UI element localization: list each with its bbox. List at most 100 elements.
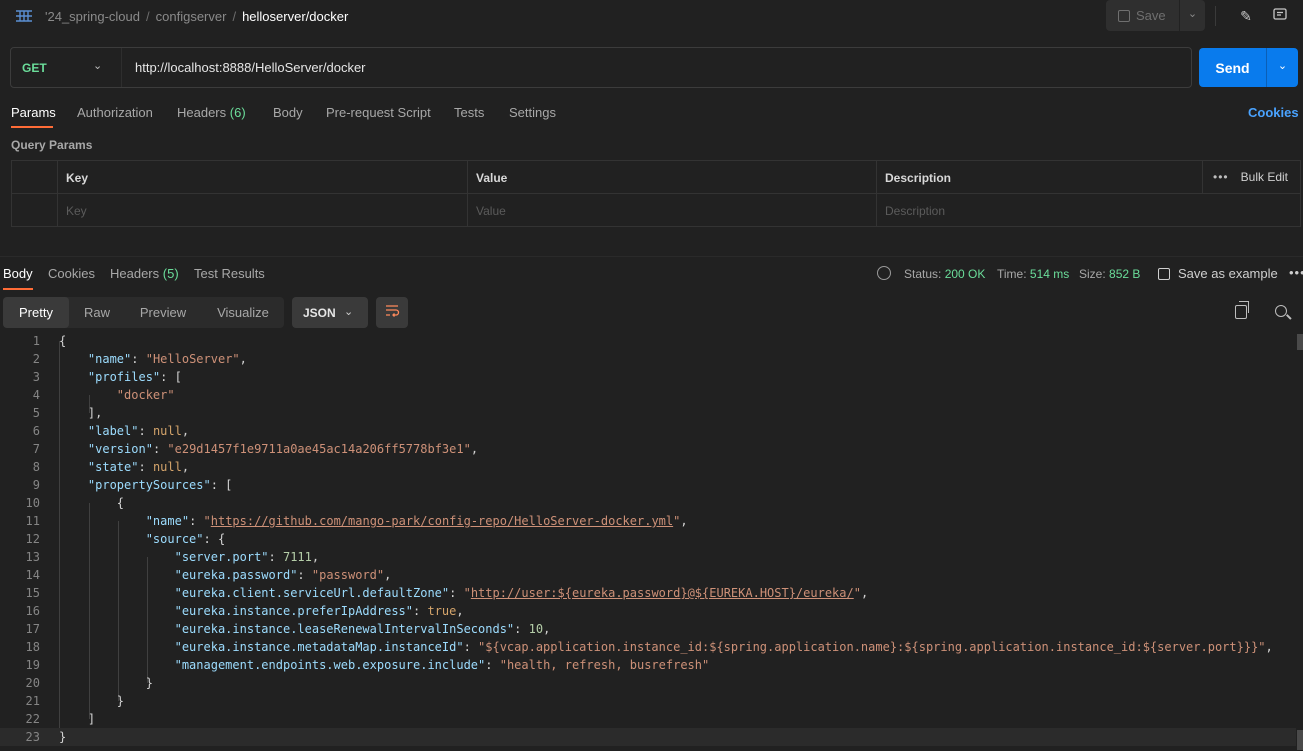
tab-response-cookies[interactable]: Cookies [48,266,95,281]
search-icon[interactable] [1275,305,1287,317]
code-line: 22 ] [0,710,1296,728]
code-text: ] [59,712,96,726]
tab-test-results[interactable]: Test Results [194,266,265,281]
language-select[interactable]: JSON ⌄ [292,297,368,328]
tab-preview[interactable]: Preview [127,297,199,328]
tab-visualize[interactable]: Visualize [205,297,281,328]
code-text: "propertySources": [ [87,478,233,492]
code-text: "profiles": [ [87,370,182,384]
size-readout[interactable]: Size: 852 B [1079,267,1140,281]
save-icon [1158,268,1170,280]
breadcrumb-current-request[interactable]: helloserver/docker [242,9,348,24]
code-text: "label": null, [87,424,190,438]
code-text: "docker" [116,388,175,402]
toolbar-divider [1215,6,1216,26]
code-line: 4 "docker" [0,386,1296,404]
breadcrumb-item-folder[interactable]: configserver [156,9,227,24]
line-number: 18 [25,640,40,654]
query-params-table: Key Value Description ••• Bulk Edit Key V… [11,160,1301,227]
send-button[interactable]: Send [1199,48,1266,87]
more-options-icon[interactable]: ••• [1213,170,1229,184]
tab-pretty[interactable]: Pretty [3,297,69,328]
table-header-row: Key Value Description ••• Bulk Edit [12,161,1300,194]
tab-response-headers[interactable]: Headers (5) [110,266,179,281]
tab-settings[interactable]: Settings [509,105,556,120]
line-number: 15 [25,586,40,600]
line-number: 21 [25,694,40,708]
edit-icon[interactable]: ✎ [1233,4,1259,28]
copy-icon[interactable] [1235,301,1249,319]
line-number: 16 [25,604,40,618]
code-text: } [59,694,125,708]
request-tabs: Params Authorization Headers (6) Body Pr… [0,102,1303,128]
key-input[interactable]: Key [57,194,467,227]
code-line: 14 "eureka.password": "password", [0,566,1296,584]
bulk-edit-button[interactable]: ••• Bulk Edit [1202,161,1300,194]
response-tabs: Body Cookies Headers (5) Test Results St… [0,262,1303,290]
response-headers-count: (5) [162,266,179,281]
code-line: 12 "source": { [0,530,1296,548]
code-line: 17 "eureka.instance.leaseRenewalInterval… [0,620,1296,638]
breadcrumb-item-collection[interactable]: '24_spring-cloud [45,9,140,24]
send-button-group: Send ⌄ [1199,48,1298,87]
breadcrumb: '24_spring-cloud / configserver / helloserve… [45,9,349,24]
code-text: "management.endpoints.web.exposure.inclu… [174,658,710,672]
tab-params[interactable]: Params [11,105,56,120]
line-number: 14 [25,568,40,582]
code-line: 7 "version": "e29d1457f1e9711a0ae45ac14a… [0,440,1296,458]
code-text: ], [59,406,103,420]
code-line: 5 ], [0,404,1296,422]
response-divider[interactable] [0,256,1303,257]
code-line: 10 { [0,494,1296,512]
code-text: "name": "HelloServer", [87,352,247,366]
code-line: 23} [0,728,1296,746]
time-readout[interactable]: Time: 514 ms [997,267,1069,281]
cookies-link[interactable]: Cookies [1248,105,1299,120]
code-text: "source": { [145,532,226,546]
active-response-tab-indicator [3,288,33,290]
status-readout[interactable]: Status: 200 OK [904,267,985,281]
code-line: 20 } [0,674,1296,692]
top-bar: '24_spring-cloud / configserver / helloserve… [0,0,1303,33]
code-text: "eureka.instance.leaseRenewalIntervalInS… [174,622,551,636]
code-text: "state": null, [87,460,190,474]
line-number: 4 [32,388,40,402]
line-number: 11 [25,514,40,528]
code-line: 21 } [0,692,1296,710]
response-body-editor[interactable]: 1{2 "name": "HelloServer", 3 "profiles": … [0,332,1303,751]
chevron-down-icon[interactable]: ⌄ [93,59,102,72]
line-number: 17 [25,622,40,636]
code-line: 18 "eureka.instance.metadataMap.instance… [0,638,1296,656]
scrollbar-marker [1297,730,1303,750]
tab-authorization[interactable]: Authorization [77,105,153,120]
value-input[interactable]: Value [467,194,876,227]
send-options-chevron-icon[interactable]: ⌄ [1266,48,1298,87]
http-method-select[interactable]: GET [22,61,47,75]
save-as-example-button[interactable]: Save as example [1158,266,1278,281]
globe-icon[interactable] [877,266,891,280]
tab-tests[interactable]: Tests [454,105,484,120]
save-button-group: Save ⌄ [1106,0,1205,31]
http-request-icon [14,8,34,24]
tab-headers[interactable]: Headers (6) [177,105,246,120]
line-number: 12 [25,532,40,546]
wrap-lines-icon[interactable] [376,297,408,328]
url-input[interactable]: http://localhost:8888/HelloServer/docker [135,60,366,75]
tab-response-body[interactable]: Body [3,266,33,281]
line-number: 13 [25,550,40,564]
save-button[interactable]: Save [1106,0,1178,31]
vertical-scrollbar[interactable] [1297,334,1303,350]
tab-pre-request-script[interactable]: Pre-request Script [326,105,431,120]
code-line: 9 "propertySources": [ [0,476,1296,494]
description-input[interactable]: Description [876,194,1300,227]
tab-raw[interactable]: Raw [71,297,123,328]
line-number: 3 [32,370,40,384]
code-text: "eureka.instance.metadataMap.instanceId"… [174,640,1273,654]
code-text: } [59,730,67,744]
code-text: { [59,334,67,348]
tab-body[interactable]: Body [273,105,303,120]
comment-icon[interactable] [1267,4,1293,28]
save-options-chevron-icon[interactable]: ⌄ [1179,0,1205,31]
more-options-icon[interactable]: ••• [1289,265,1303,280]
line-number: 10 [25,496,40,510]
